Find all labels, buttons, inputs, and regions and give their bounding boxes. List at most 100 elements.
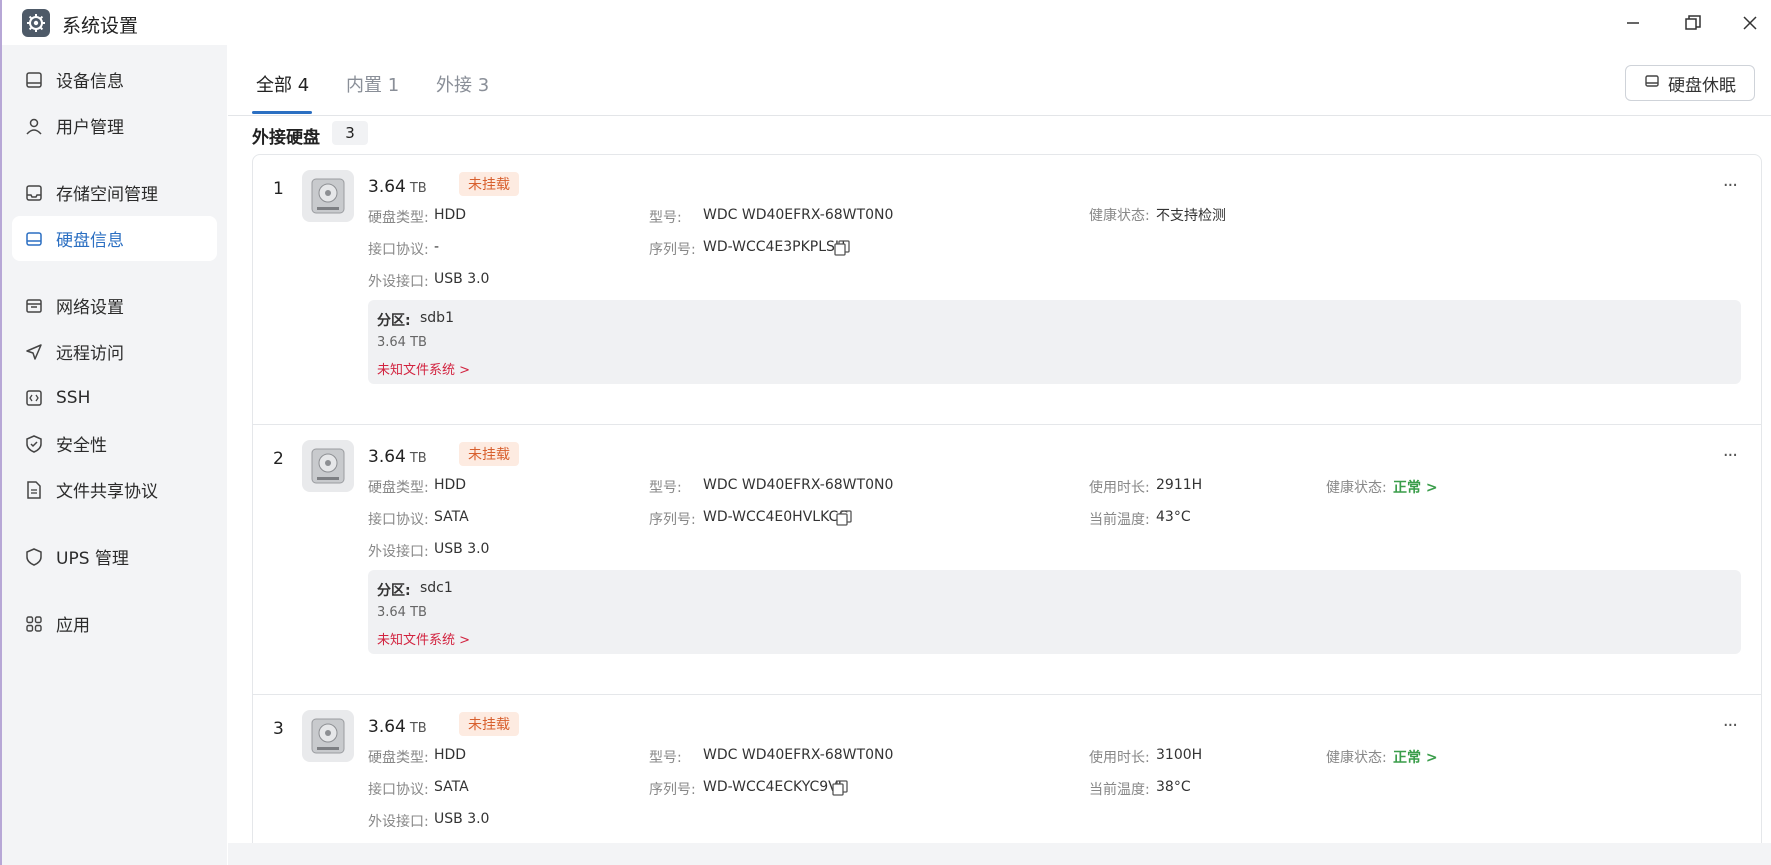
interface-value: - bbox=[434, 239, 440, 255]
sidebar-item-label: 文件共享协议 bbox=[56, 482, 158, 502]
bottom-strip bbox=[228, 843, 1771, 865]
disk-index: 3 bbox=[273, 719, 284, 739]
partition-panel: 分区: sdc1 3.64 TB 未知文件系统 > bbox=[368, 570, 1741, 654]
interface-value: SATA bbox=[434, 779, 469, 795]
sidebar-item-disk-info[interactable]: 硬盘信息 bbox=[12, 216, 217, 261]
serial-value: WD-WCC4ECKYC9VJ bbox=[703, 779, 842, 795]
section-count-badge: 3 bbox=[332, 121, 368, 145]
sidebar-item-label: 用户管理 bbox=[56, 118, 124, 138]
partition-size: 3.64 TB bbox=[377, 335, 427, 350]
model-value: WDC WD40EFRX-68WT0N0 bbox=[703, 747, 894, 763]
tab-all[interactable]: 全部 4 bbox=[256, 71, 309, 97]
unknown-filesystem-link[interactable]: 未知文件系统 > bbox=[377, 629, 470, 648]
external-port-value: USB 3.0 bbox=[434, 271, 490, 287]
disk-capacity: 3.64 TB bbox=[368, 717, 427, 737]
more-options-icon[interactable]: ··· bbox=[1723, 175, 1738, 196]
disk-size-value: 3.64 bbox=[368, 177, 406, 197]
health-status-link[interactable]: 正常 > bbox=[1393, 747, 1438, 767]
disk-sleep-label: 硬盘休眠 bbox=[1668, 75, 1736, 96]
copy-icon[interactable] bbox=[832, 780, 848, 796]
serial-label: 序列号: bbox=[649, 242, 696, 258]
monitor-icon bbox=[24, 70, 44, 90]
sidebar-item-security[interactable]: 安全性 bbox=[12, 421, 217, 466]
health-label: 健康状态: bbox=[1326, 750, 1387, 766]
disk-sleep-button[interactable]: 硬盘休眠 bbox=[1625, 65, 1755, 101]
more-options-icon[interactable]: ··· bbox=[1723, 715, 1738, 736]
gear-icon bbox=[22, 9, 50, 37]
sidebar-item-label: 应用 bbox=[56, 616, 90, 636]
sidebar-item-remote-access[interactable]: 远程访问 bbox=[12, 329, 217, 374]
model-value: WDC WD40EFRX-68WT0N0 bbox=[703, 207, 894, 223]
partition-panel: 分区: sdb1 3.64 TB 未知文件系统 > bbox=[368, 300, 1741, 384]
model-value: WDC WD40EFRX-68WT0N0 bbox=[703, 477, 894, 493]
usage-time-label: 使用时长: bbox=[1089, 480, 1150, 496]
disk-card: 3 3.64 TB 未挂载 ··· 硬盘类型: HDD 接口协议: SATA 外设… bbox=[252, 694, 1762, 843]
sidebar: 设备信息 用户管理 存储空间管理 硬盘信息 网络设置 远程访问 SSH 安全性 … bbox=[2, 45, 227, 865]
serial-value: WD-WCC4E3PKPLSH bbox=[703, 239, 846, 255]
sidebar-item-label: UPS 管理 bbox=[56, 549, 129, 569]
external-port-value: USB 3.0 bbox=[434, 811, 490, 827]
sidebar-item-label: 远程访问 bbox=[56, 344, 124, 364]
health-label: 健康状态: bbox=[1089, 208, 1150, 224]
model-label: 型号: bbox=[649, 480, 682, 496]
title-bar: 系统设置 bbox=[0, 0, 1771, 45]
sidebar-item-ssh[interactable]: SSH bbox=[12, 375, 217, 420]
model-label: 型号: bbox=[649, 750, 682, 766]
maximize-icon[interactable] bbox=[1680, 10, 1706, 36]
disk-sleep-icon bbox=[1644, 73, 1660, 93]
health-status-link[interactable]: 正常 > bbox=[1393, 477, 1438, 497]
disk-type-value: HDD bbox=[434, 207, 467, 223]
health-value: 不支持检测 bbox=[1156, 208, 1226, 224]
tab-internal[interactable]: 内置 1 bbox=[346, 71, 399, 97]
copy-icon[interactable] bbox=[834, 240, 850, 256]
copy-icon[interactable] bbox=[836, 510, 852, 526]
apps-grid-icon bbox=[24, 614, 44, 634]
temperature-value: 43°C bbox=[1156, 509, 1191, 525]
temperature-label: 当前温度: bbox=[1089, 782, 1150, 798]
disk-card: 1 3.64 TB 未挂载 ··· 硬盘类型: HDD 接口协议: - 外设接口:… bbox=[252, 154, 1762, 426]
unmounted-badge: 未挂载 bbox=[459, 712, 519, 736]
tab-external[interactable]: 外接 3 bbox=[436, 71, 489, 97]
interface-value: SATA bbox=[434, 509, 469, 525]
disk-capacity: 3.64 TB bbox=[368, 447, 427, 467]
unmounted-badge: 未挂载 bbox=[459, 172, 519, 196]
disk-type-label: 硬盘类型: bbox=[368, 480, 429, 496]
interface-label: 接口协议: bbox=[368, 242, 429, 258]
storage-icon bbox=[24, 183, 44, 203]
sidebar-item-device-info[interactable]: 设备信息 bbox=[12, 57, 217, 102]
disk-type-value: HDD bbox=[434, 747, 467, 763]
external-port-label: 外设接口: bbox=[368, 544, 429, 560]
sidebar-item-label: 设备信息 bbox=[56, 72, 124, 92]
unknown-filesystem-link[interactable]: 未知文件系统 > bbox=[377, 359, 470, 378]
sidebar-item-label: 存储空间管理 bbox=[56, 185, 158, 205]
document-icon bbox=[24, 480, 44, 500]
sidebar-item-label: 安全性 bbox=[56, 436, 107, 456]
temperature-value: 38°C bbox=[1156, 779, 1191, 795]
external-port-label: 外设接口: bbox=[368, 814, 429, 830]
tab-active-indicator bbox=[252, 111, 312, 114]
sidebar-item-network[interactable]: 网络设置 bbox=[12, 283, 217, 328]
health-label: 健康状态: bbox=[1326, 480, 1387, 496]
minimize-icon[interactable] bbox=[1620, 10, 1646, 36]
disk-size-value: 3.64 bbox=[368, 717, 406, 737]
partition-name: sdc1 bbox=[420, 580, 453, 596]
section-title: 外接硬盘 bbox=[252, 128, 320, 148]
app-title: 系统设置 bbox=[62, 15, 139, 37]
disk-icon bbox=[24, 229, 44, 249]
sidebar-item-file-sharing[interactable]: 文件共享协议 bbox=[12, 467, 217, 512]
sidebar-item-apps[interactable]: 应用 bbox=[12, 601, 217, 646]
sidebar-item-user-management[interactable]: 用户管理 bbox=[12, 103, 217, 148]
sidebar-item-ups[interactable]: UPS 管理 bbox=[12, 534, 217, 579]
usage-time-label: 使用时长: bbox=[1089, 750, 1150, 766]
hard-drive-icon bbox=[302, 440, 354, 492]
external-port-label: 外设接口: bbox=[368, 274, 429, 290]
model-label: 型号: bbox=[649, 210, 682, 226]
usage-time-value: 3100H bbox=[1156, 747, 1203, 763]
user-icon bbox=[24, 116, 44, 136]
disk-card: 2 3.64 TB 未挂载 ··· 硬盘类型: HDD 接口协议: SATA 外设… bbox=[252, 424, 1762, 696]
sidebar-item-storage-management[interactable]: 存储空间管理 bbox=[12, 170, 217, 215]
more-options-icon[interactable]: ··· bbox=[1723, 445, 1738, 466]
close-icon[interactable] bbox=[1737, 10, 1763, 36]
tab-bar: 全部 4 内置 1 外接 3 硬盘休眠 bbox=[228, 45, 1771, 116]
shield-icon bbox=[24, 434, 44, 454]
